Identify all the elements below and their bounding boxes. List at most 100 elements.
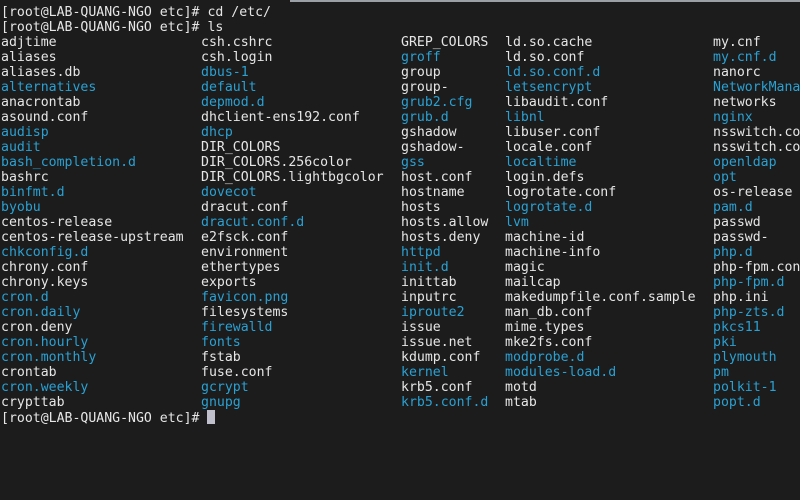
file-entry: php.ini <box>713 290 769 305</box>
directory-entry: kernel <box>401 365 449 380</box>
directory-entry: nginx <box>713 110 753 125</box>
directory-entry: cron.d <box>1 290 49 305</box>
file-entry: csh.login <box>201 50 273 65</box>
file-entry: asound.conf <box>1 110 89 125</box>
directory-entry: bash_completion.d <box>1 155 136 170</box>
directory-entry: httpd <box>401 245 441 260</box>
directory-entry: cron.daily <box>1 305 81 320</box>
directory-entry: alternatives <box>1 80 97 95</box>
file-entry: my.cnf <box>713 35 761 50</box>
file-entry: hosts.deny <box>401 230 481 245</box>
directory-entry: NetworkMana <box>713 80 800 95</box>
file-entry: mailcap <box>505 275 561 290</box>
directory-entry: logrotate.d <box>505 200 593 215</box>
file-entry: DIR_COLORS.lightbgcolor <box>201 170 384 185</box>
directory-entry: popt.d <box>713 395 761 410</box>
directory-entry: my.cnf.d <box>713 50 777 65</box>
directory-entry: gcrypt <box>201 380 249 395</box>
file-entry: nsswitch.co <box>713 140 800 155</box>
file-entry: magic <box>505 260 545 275</box>
directory-entry: cron.hourly <box>1 335 89 350</box>
file-entry: machine-id <box>505 230 585 245</box>
directory-entry: groff <box>401 50 441 65</box>
directory-entry: dbus-1 <box>201 65 249 80</box>
file-entry: hosts.allow <box>401 215 489 230</box>
directory-entry: libnl <box>505 110 545 125</box>
file-entry: mtab <box>505 395 537 410</box>
ls-column-5: my.cnf my.cnf.d nanorc NetworkMana networks n… <box>713 35 800 410</box>
file-entry: aliases.db <box>1 65 81 80</box>
file-entry: dracut.conf <box>201 200 289 215</box>
file-entry: environment <box>201 245 289 260</box>
file-entry: motd <box>505 380 537 395</box>
directory-entry: init.d <box>401 260 449 275</box>
current-prompt-line[interactable]: [root@LAB-QUANG-NGO etc]# <box>1 410 216 426</box>
file-entry: bashrc <box>1 170 49 185</box>
file-entry: aliases <box>1 50 57 65</box>
directory-entry: cron.weekly <box>1 380 89 395</box>
directory-entry: dovecot <box>201 185 257 200</box>
file-entry: crontab <box>1 365 57 380</box>
directory-entry: pkcs11 <box>713 320 761 335</box>
ls-column-1: adjtime aliases aliases.db alternatives anac… <box>1 35 184 410</box>
file-entry: centos-release <box>1 215 113 230</box>
file-entry: e2fsck.conf <box>201 230 289 245</box>
directory-entry: dhcp <box>201 125 233 140</box>
ls-column-3: GREP_COLORS groff group group-grub2.cfg grub… <box>401 35 488 410</box>
directory-entry: pm <box>713 365 729 380</box>
file-entry: gshadow <box>401 125 457 140</box>
file-entry: csh.cshrc <box>201 35 273 50</box>
file-entry: nsswitch.co <box>713 125 800 140</box>
directory-entry: grub.d <box>401 110 449 125</box>
file-entry: login.defs <box>505 170 585 185</box>
file-entry: passwd <box>713 215 761 230</box>
directory-entry: gss <box>401 155 425 170</box>
file-entry: libaudit.conf <box>505 95 609 110</box>
directory-entry: openldap <box>713 155 777 170</box>
directory-entry: modprobe.d <box>505 350 585 365</box>
file-entry: GREP_COLORS <box>401 35 489 50</box>
directory-entry: audisp <box>1 125 49 140</box>
terminal-window[interactable]: [root@LAB-QUANG-NGO etc]# cd /etc/ [root… <box>0 0 800 500</box>
file-entry: ld.so.conf <box>505 50 585 65</box>
history-line-2: [root@LAB-QUANG-NGO etc]# ls <box>1 20 223 35</box>
file-entry: krb5.conf <box>401 380 473 395</box>
directory-entry: favicon.png <box>201 290 289 305</box>
file-entry: logrotate.conf <box>505 185 617 200</box>
file-entry: gshadow- <box>401 140 465 155</box>
cursor-block <box>207 410 216 424</box>
file-entry: kdump.conf <box>401 350 481 365</box>
file-entry: locale.conf <box>505 140 593 155</box>
command-text: cd /etc/ <box>207 5 271 20</box>
file-entry: anacrontab <box>1 95 81 110</box>
directory-entry: cron.monthly <box>1 350 97 365</box>
prompt: [root@LAB-QUANG-NGO etc]# <box>1 20 208 35</box>
directory-entry: pam.d <box>713 200 753 215</box>
file-entry: chrony.keys <box>1 275 89 290</box>
file-entry: issue.net <box>401 335 473 350</box>
directory-entry: chkconfig.d <box>1 245 89 260</box>
directory-entry: php-fpm.d <box>713 275 785 290</box>
file-entry: networks <box>713 95 777 110</box>
file-entry: exports <box>201 275 257 290</box>
file-entry: centos-release-upstream <box>1 230 184 245</box>
directory-entry: pki <box>713 335 737 350</box>
file-entry: machine-info <box>505 245 601 260</box>
file-entry: DIR_COLORS.256color <box>201 155 352 170</box>
directory-entry: localtime <box>505 155 577 170</box>
ls-column-2: csh.cshrc csh.login dbus-1 default depmod.d d… <box>201 35 384 410</box>
directory-entry: krb5.conf.d <box>401 395 489 410</box>
directory-entry: ld.so.conf.d <box>505 65 601 80</box>
file-entry: ld.so.cache <box>505 35 593 50</box>
window-top-edge <box>290 0 800 2</box>
directory-entry: depmod.d <box>201 95 265 110</box>
directory-entry: byobu <box>1 200 41 215</box>
file-entry: adjtime <box>1 35 57 50</box>
directory-entry: letsencrypt <box>505 80 593 95</box>
file-entry: inittab <box>401 275 457 290</box>
file-entry: inputrc <box>401 290 457 305</box>
file-entry: host.conf <box>401 170 473 185</box>
directory-entry: php-zts.d <box>713 305 785 320</box>
command-text: ls <box>207 20 224 35</box>
file-entry: crypttab <box>1 395 65 410</box>
